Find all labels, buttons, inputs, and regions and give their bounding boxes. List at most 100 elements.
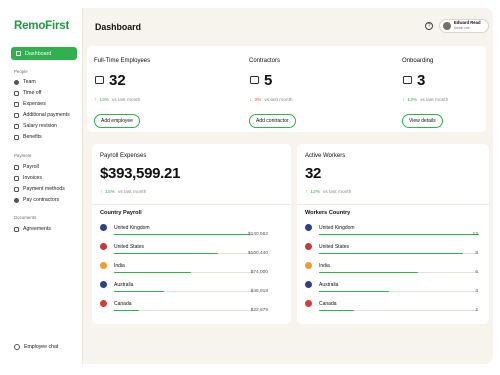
- sidebar-item-team[interactable]: Team: [14, 78, 80, 86]
- india-flag-icon: [100, 262, 107, 269]
- india-flag-icon: [305, 262, 312, 269]
- australia-flag-icon: [305, 281, 312, 288]
- people-icon: [14, 79, 19, 85]
- section-label-documents: Documents: [14, 215, 37, 220]
- sidebar-item-dashboard[interactable]: Dashboard: [11, 47, 77, 60]
- country-amount: 2: [475, 308, 478, 313]
- sidebar-item-salary-revision[interactable]: Salary revision: [14, 122, 80, 130]
- app-frame: RemoFirst Dashboard People Team Time off…: [5, 8, 493, 364]
- kpi-title: Contractors: [249, 58, 281, 64]
- user-menu[interactable]: Edward Read Admin role: [439, 19, 489, 33]
- sidebar-item-agreements[interactable]: Agreements: [14, 225, 80, 233]
- section-label-people: People: [14, 69, 28, 74]
- kpi-trend: ↓ 3% vs last month: [249, 98, 293, 103]
- grid-icon: [16, 51, 21, 56]
- app-logo: RemoFirst: [14, 20, 70, 32]
- progress-fill: [114, 272, 191, 274]
- workers-total: 32: [305, 165, 322, 182]
- sidebar-item-additional-payments[interactable]: Additional payments: [14, 111, 80, 119]
- country-row: Canada $22,679: [100, 300, 268, 320]
- canada-flag-icon: [100, 300, 107, 307]
- kpi-title: Full-Time Employees: [94, 58, 151, 64]
- sidebar: RemoFirst Dashboard People Team Time off…: [5, 8, 83, 364]
- country-row: Australia 4: [305, 281, 485, 301]
- country-row: India 6: [305, 262, 485, 282]
- sidebar-item-expenses[interactable]: Expenses: [14, 100, 80, 108]
- country-name: India: [319, 263, 330, 269]
- avatar: [443, 22, 451, 30]
- section-label-payment: Payment: [14, 153, 32, 158]
- contractors-icon: [250, 76, 259, 84]
- country-name: Canada: [114, 301, 132, 307]
- progress-fill: [319, 291, 390, 293]
- add-employee-button[interactable]: Add employee: [94, 114, 140, 128]
- sidebar-item-label: Additional payments: [23, 112, 70, 118]
- country-name: United Kingdom: [319, 225, 355, 231]
- divider: [92, 204, 291, 205]
- chat-icon: [14, 344, 20, 350]
- progress-fill: [319, 310, 355, 312]
- us-flag-icon: [305, 243, 312, 250]
- payroll-expenses-card: Payroll Expenses $393,599.21 ↑ 15% vs la…: [92, 144, 291, 324]
- sidebar-item-payroll[interactable]: Payroll: [14, 163, 80, 171]
- sidebar-item-label: Invoices: [23, 175, 43, 181]
- sidebar-item-benefits[interactable]: Benefits: [14, 133, 80, 141]
- sidebar-item-payment-methods[interactable]: Payment methods: [14, 185, 80, 193]
- country-amount: 12: [472, 232, 478, 237]
- trend-text: vs last month: [264, 98, 293, 103]
- question-circle-icon[interactable]: ?: [425, 22, 433, 30]
- receipt-icon: [14, 101, 19, 107]
- trend-percent: 3%: [254, 98, 262, 103]
- uk-flag-icon: [100, 224, 107, 231]
- country-amount: 6: [475, 270, 478, 275]
- kpi-trend: ↑ 13% vs last month: [402, 98, 448, 103]
- kpi-summary-card: Full-Time Employees 32 ↑ 13% vs last mon…: [87, 46, 486, 132]
- trend-percent: 12%: [310, 190, 321, 195]
- arrow-up-icon: ↑: [305, 190, 308, 195]
- sidebar-item-label: Benefits: [23, 134, 42, 140]
- progress-fill: [114, 310, 140, 312]
- kpi-value: 32: [109, 72, 126, 89]
- view-details-button[interactable]: View details: [402, 114, 443, 128]
- trend-text: vs last month: [420, 98, 449, 103]
- trend-percent: 13%: [407, 98, 418, 103]
- sidebar-item-invoices[interactable]: Invoices: [14, 174, 80, 182]
- shield-icon: [14, 134, 19, 140]
- payroll-total: $393,599.21: [100, 165, 181, 182]
- arrow-up-icon: ↑: [94, 98, 97, 103]
- kpi-value: 3: [417, 72, 426, 89]
- country-row: India $74,000: [100, 262, 268, 282]
- trend-percent: 15%: [105, 190, 116, 195]
- australia-flag-icon: [100, 281, 107, 288]
- trend-percent: 13%: [99, 98, 110, 103]
- document-icon: [14, 226, 19, 232]
- sidebar-item-label: Payment methods: [23, 186, 65, 192]
- country-name: United States: [114, 244, 145, 250]
- trend-text: vs last month: [323, 190, 352, 195]
- country-name: Australia: [319, 282, 339, 288]
- divider: [297, 204, 489, 205]
- country-row: United States 8: [305, 243, 485, 263]
- page-title: Dashboard: [95, 22, 141, 32]
- arrow-up-icon: ↑: [402, 98, 405, 103]
- user-role: Admin role: [454, 26, 470, 30]
- employee-chat-button[interactable]: Employee chat: [14, 344, 58, 350]
- kpi-value: 5: [264, 72, 273, 89]
- canada-flag-icon: [305, 300, 312, 307]
- country-amount: $22,679: [250, 308, 268, 313]
- country-name: India: [114, 263, 125, 269]
- add-contractor-button[interactable]: Add contractor: [249, 114, 296, 128]
- sidebar-item-time-off[interactable]: Time off: [14, 89, 80, 97]
- payroll-trend: ↑ 15% vs last month: [100, 190, 146, 195]
- country-name: United Kingdom: [114, 225, 150, 231]
- uk-flag-icon: [305, 224, 312, 231]
- sidebar-item-pay-contractors[interactable]: Pay contractors: [14, 196, 80, 204]
- send-icon: [14, 197, 19, 203]
- employee-chat-label: Employee chat: [24, 344, 59, 350]
- country-amount: $140,562: [247, 232, 268, 237]
- us-flag-icon: [100, 243, 107, 250]
- country-name: Australia: [114, 282, 134, 288]
- country-name: United States: [319, 244, 350, 250]
- sidebar-item-label: Dashboard: [25, 50, 52, 57]
- sidebar-item-label: Salary revision: [23, 123, 58, 129]
